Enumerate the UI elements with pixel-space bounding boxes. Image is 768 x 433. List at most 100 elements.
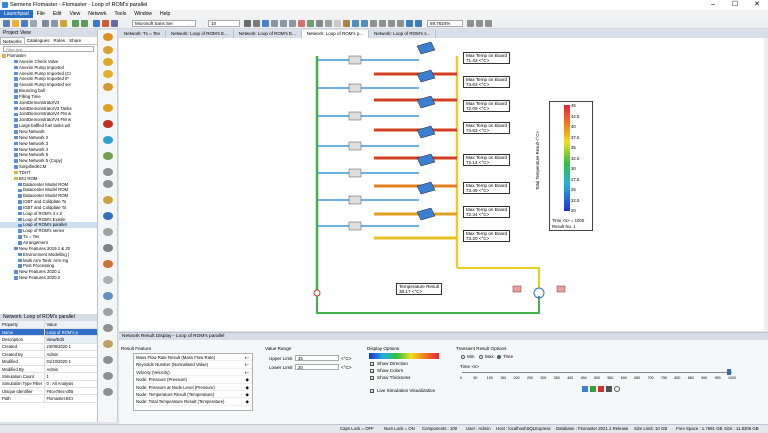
palette-heat-exchanger-icon[interactable] <box>103 340 113 348</box>
time-slider-track[interactable] <box>462 372 732 373</box>
tab-networks[interactable]: Networks <box>0 37 25 44</box>
annotation-max-temp-1[interactable]: Max Temp on Board 71.43 <°C> <box>463 52 511 65</box>
show-direction-checkbox[interactable]: ✓ <box>370 362 374 367</box>
property-row[interactable]: Created By Admin <box>0 350 97 359</box>
align-right-icon[interactable] <box>289 20 296 27</box>
select-icon[interactable] <box>262 20 269 27</box>
palette-valve-icon[interactable] <box>103 70 113 78</box>
record-icon[interactable] <box>598 386 604 392</box>
palette-script-icon[interactable] <box>103 388 113 396</box>
rewind-icon[interactable] <box>582 386 588 392</box>
canvas-scrollbar[interactable] <box>764 38 768 331</box>
paste-icon[interactable] <box>60 20 67 27</box>
menu-tools[interactable]: Tools <box>111 11 131 17</box>
upper-limit-input[interactable]: 45 <box>295 355 339 361</box>
property-row[interactable]: Modified 01/10/2020 1 <box>0 357 97 366</box>
menu-help[interactable]: Help <box>156 11 174 17</box>
results-icon[interactable] <box>111 20 118 27</box>
image-icon[interactable] <box>343 20 350 27</box>
doc-tab[interactable]: Network: Tx = Tev <box>119 30 166 38</box>
arrow-icon[interactable] <box>325 20 332 27</box>
palette-heat-icon[interactable] <box>103 104 113 112</box>
palette-sensor-icon[interactable] <box>103 152 113 160</box>
play-icon[interactable] <box>590 386 596 392</box>
redo-icon[interactable] <box>81 20 88 27</box>
property-value[interactable]: View/Edit <box>44 335 97 344</box>
time-slider-thumb[interactable] <box>727 369 731 375</box>
font-size-select[interactable]: 10 <box>208 20 240 27</box>
zoom-in-icon[interactable] <box>352 20 359 27</box>
layer-icon[interactable] <box>406 20 413 27</box>
result-feature-item[interactable]: Node: Pressure at Node Level (Pressure) ◆ <box>134 384 252 391</box>
palette-rom-icon[interactable] <box>103 244 113 252</box>
tab-catalogues[interactable]: Catalogues <box>25 37 52 44</box>
filter-input[interactable]: Filter text <box>3 46 94 52</box>
network-tree[interactable]: Flomaster Anexim Check Valve Anexim Pump I… <box>0 53 97 281</box>
fit-icon[interactable] <box>370 20 377 27</box>
doc-tab[interactable]: Network: Loop of ROM's s... <box>369 30 437 38</box>
annotation-max-temp-7[interactable]: Max Temp on Board 72.34 <°C> <box>463 206 511 219</box>
palette-tank-icon[interactable] <box>103 83 113 91</box>
group-icon[interactable] <box>415 20 422 27</box>
tab-share[interactable]: Share <box>67 37 83 44</box>
doc-tab-active[interactable]: Network: Loop of ROM's p... <box>301 30 370 38</box>
zoom-out-icon[interactable] <box>361 20 368 27</box>
radio-max[interactable] <box>479 355 483 359</box>
palette-junction-icon[interactable] <box>103 168 113 176</box>
rotate-icon[interactable] <box>388 20 395 27</box>
doc-tab[interactable]: Network: Loop of ROM's E... <box>234 30 302 38</box>
annotation-max-temp-5[interactable]: Max Temp on Board 72.14 <°C> <box>463 154 511 167</box>
maximize-button[interactable]: ☐ <box>724 0 746 10</box>
cut-icon[interactable] <box>42 20 49 27</box>
palette-bend-icon[interactable] <box>103 120 113 128</box>
loop-icon[interactable] <box>614 386 620 392</box>
property-row[interactable]: Name Loop of ROM's p <box>0 328 97 337</box>
palette-tee-icon[interactable] <box>103 180 113 188</box>
annotation-max-temp-4[interactable]: Max Temp on Board 73.63 <°C> <box>463 122 511 135</box>
open-icon[interactable] <box>12 20 19 27</box>
palette-source-icon[interactable] <box>103 33 113 41</box>
italic-icon[interactable] <box>253 20 260 27</box>
palette-controller-icon[interactable] <box>103 356 113 364</box>
bold-icon[interactable] <box>244 20 251 27</box>
doc-tab[interactable]: Network: Loop of ROM's E... <box>166 30 234 38</box>
palette-accumulator-icon[interactable] <box>103 212 113 220</box>
result-feature-item[interactable]: Node: Total Temperature Result (Temperat… <box>134 398 252 406</box>
property-row[interactable]: Created 23/09/2020 1 <box>0 343 97 352</box>
radio-time[interactable] <box>497 355 501 359</box>
stop-icon[interactable] <box>102 20 109 27</box>
show-colors-checkbox[interactable]: ✓ <box>370 369 374 374</box>
result-feature-item[interactable]: Reynolds Number (Normalised Value) ⟝ <box>134 361 252 369</box>
result-feature-item[interactable]: Mass Flow Rate Result (Mass Flow Rate) ⟝ <box>134 354 252 362</box>
grid-icon[interactable] <box>334 20 341 27</box>
copy-icon[interactable] <box>51 20 58 27</box>
annotation-max-temp-6[interactable]: Max Temp on Board 73.49 <°C> <box>463 182 511 195</box>
undo-icon[interactable] <box>72 20 79 27</box>
menu-network[interactable]: Network <box>84 11 110 17</box>
new-icon[interactable] <box>3 20 10 27</box>
palette-signal-icon[interactable] <box>103 372 113 380</box>
zoom-page-icon[interactable] <box>476 20 483 27</box>
radio-min[interactable] <box>461 355 465 359</box>
palette-fan-icon[interactable] <box>103 292 113 300</box>
palette-filter-icon[interactable] <box>103 228 113 236</box>
menu-view[interactable]: View <box>65 11 84 17</box>
annotation-max-temp-2[interactable]: Max Temp on Board 73.63 <°C> <box>463 76 511 89</box>
shape-icon[interactable] <box>298 20 305 27</box>
palette-nozzle-icon[interactable] <box>103 324 113 332</box>
property-row[interactable]: Modified By Admin <box>0 365 97 374</box>
lower-limit-input[interactable]: 20 <box>295 364 339 370</box>
menu-file[interactable]: File <box>33 11 49 17</box>
flip-icon[interactable] <box>397 20 404 27</box>
property-row[interactable]: Unique Identifier F8ce78ec-d05 <box>0 387 97 396</box>
annotation-max-temp-8[interactable]: Max Temp on Board 73.20 <°C> <box>463 230 511 243</box>
show-thickness-checkbox[interactable]: ✓ <box>370 376 374 381</box>
print-icon[interactable] <box>30 20 37 27</box>
palette-pipe-icon[interactable] <box>103 46 113 54</box>
result-feature-item[interactable]: Node: Temperature Result (Temperature) ◆ <box>134 391 252 399</box>
property-row[interactable]: Simulation Type Filter 0 : All Analysis <box>0 380 97 389</box>
pan-icon[interactable] <box>379 20 386 27</box>
annotation-max-temp-3[interactable]: Max Temp on Board 72.09 <°C> <box>463 100 511 113</box>
live-sim-checkbox[interactable]: ✓ <box>370 389 374 394</box>
palette-duct-icon[interactable] <box>103 308 113 316</box>
